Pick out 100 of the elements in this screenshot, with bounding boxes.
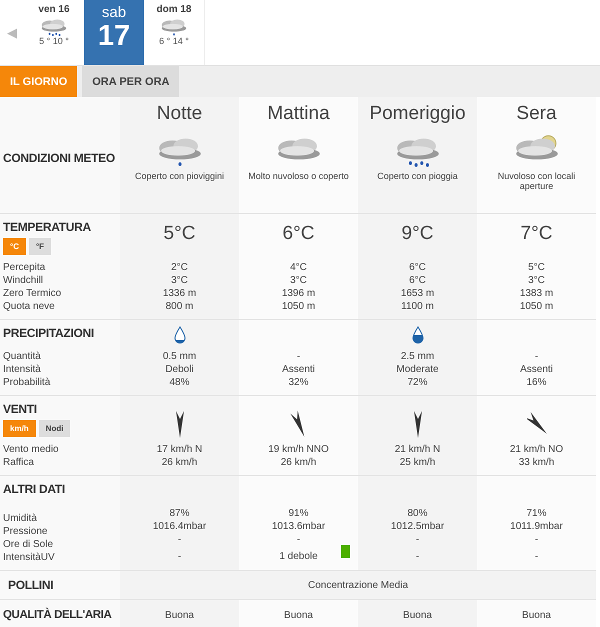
- raindrop-icon: [174, 326, 186, 344]
- air-quality-value: Buona: [284, 608, 313, 622]
- data-value: 26 km/h: [280, 456, 316, 469]
- data-value: 21 km/h NO: [510, 443, 564, 456]
- condition-text: Coperto con pioggia: [376, 170, 459, 181]
- data-value: -: [296, 350, 300, 363]
- row-label: Ore di Sole: [3, 538, 54, 551]
- data-value: Assenti: [520, 363, 553, 376]
- data-value: 6°C: [409, 261, 426, 274]
- row-label: Quota neve: [3, 300, 55, 313]
- data-value: 26 km/h: [162, 456, 198, 469]
- data-value: 1 debole: [279, 551, 318, 562]
- temperature-value: 6°C: [282, 223, 314, 245]
- condition-text: Molto nuvoloso o coperto: [247, 170, 350, 181]
- data-value: -: [416, 533, 420, 546]
- day-name: sab: [102, 4, 126, 21]
- section-title: PRECIPITAZIONI: [3, 326, 94, 340]
- period-title: Mattina: [267, 103, 330, 125]
- day-temperatures: 6 ° 14 °: [159, 36, 189, 46]
- data-value: 1050 m: [520, 300, 554, 313]
- data-value: 5°C: [528, 261, 545, 274]
- row-label: Vento medio: [3, 443, 59, 456]
- row-label: Quantità: [3, 350, 41, 363]
- pollen-value: Concentrazione Media: [308, 578, 408, 592]
- data-value: -: [178, 551, 182, 562]
- data-value: 32%: [288, 376, 308, 389]
- temperature-value: 5°C: [164, 223, 196, 245]
- unit-toggle[interactable]: Nodi: [38, 420, 70, 437]
- data-value: 17 km/h N: [156, 443, 202, 456]
- day-name: dom 18: [156, 4, 192, 15]
- data-value: 25 km/h: [400, 456, 436, 469]
- row-label: Intensità: [3, 363, 41, 376]
- data-value: 6°C: [409, 274, 426, 287]
- day-tab[interactable]: sab 17: [84, 0, 144, 65]
- section-title: CONDIZIONI METEO: [3, 151, 115, 165]
- data-value: Moderate: [396, 363, 439, 376]
- data-value: 2°C: [171, 261, 188, 274]
- data-value: 71%: [526, 507, 546, 520]
- condition-text: Coperto con pioviggini: [134, 170, 226, 181]
- data-value: 1383 m: [520, 287, 554, 300]
- data-value: 19 km/h NNO: [268, 443, 329, 456]
- row-label: IntensitàUV: [3, 551, 55, 564]
- data-value: 1050 m: [282, 300, 316, 313]
- row-label: Windchill: [3, 274, 44, 287]
- air-quality-value: Buona: [165, 608, 194, 622]
- data-value: Deboli: [165, 363, 194, 376]
- data-value: 1016.4mbar: [152, 520, 206, 533]
- data-value: -: [416, 551, 420, 562]
- section-title: QUALITÀ DELL'ARIA: [3, 609, 112, 621]
- data-value: 87%: [169, 507, 190, 520]
- row-label: Probabilità: [3, 376, 50, 389]
- data-value: 2.5 mm: [400, 350, 434, 363]
- data-value: Assenti: [282, 363, 315, 376]
- raindrop-icon: [412, 326, 424, 344]
- section-title: ALTRI DATI: [3, 482, 65, 496]
- data-value: 1396 m: [282, 287, 316, 300]
- data-value: 1336 m: [162, 287, 196, 300]
- data-value: 4°C: [290, 261, 307, 274]
- period-title: Notte: [156, 103, 202, 125]
- data-value: 16%: [526, 376, 546, 389]
- row-label: Percepita: [3, 261, 46, 274]
- period-title: Pomeriggio: [369, 103, 466, 125]
- row-label: Zero Termico: [3, 287, 62, 300]
- data-value: 80%: [407, 507, 428, 520]
- unit-toggle[interactable]: °F: [28, 238, 52, 255]
- data-value: 3°C: [290, 274, 307, 287]
- day-temperatures: 5 ° 10 °: [39, 36, 69, 46]
- period-title: Sera: [516, 103, 557, 125]
- data-value: 1653 m: [400, 287, 434, 300]
- temperature-value: 7°C: [520, 223, 552, 245]
- air-quality-value: Buona: [403, 608, 432, 622]
- data-value: 1011.9mbar: [510, 520, 563, 533]
- row-label: Raffica: [3, 456, 34, 469]
- data-value: 72%: [407, 376, 428, 389]
- day-number: 17: [98, 21, 130, 51]
- data-value: 1100 m: [401, 300, 434, 313]
- data-value: 3°C: [528, 274, 545, 287]
- section-title: TEMPERATURA: [3, 220, 91, 234]
- day-tab[interactable]: dom 18 6 ° 14 °: [144, 0, 204, 65]
- section-title: POLLINI: [8, 578, 54, 592]
- data-value: -: [534, 551, 538, 562]
- air-quality-value: Buona: [522, 608, 551, 622]
- section-title: VENTI: [3, 402, 37, 416]
- data-value: -: [534, 533, 538, 546]
- data-value: 33 km/h: [518, 456, 554, 469]
- day-name: ven 16: [38, 4, 70, 15]
- data-value: 1012.5mbar: [390, 520, 444, 533]
- data-value: 3°C: [171, 274, 188, 287]
- view-tab[interactable]: ORA PER ORA: [82, 66, 180, 97]
- data-value: 1013.6mbar: [272, 520, 326, 533]
- condition-text: Nuvoloso con locali aperture: [496, 170, 576, 191]
- data-value: -: [534, 350, 538, 363]
- row-label: Pressione: [3, 525, 48, 538]
- day-tab[interactable]: ven 16 5 ° 10 °: [24, 0, 84, 65]
- data-value: 91%: [288, 507, 308, 520]
- data-value: 21 km/h N: [394, 443, 440, 456]
- data-value: -: [296, 533, 300, 546]
- data-value: 0.5 mm: [162, 350, 196, 363]
- data-value: -: [178, 533, 182, 546]
- data-value: 48%: [169, 376, 190, 389]
